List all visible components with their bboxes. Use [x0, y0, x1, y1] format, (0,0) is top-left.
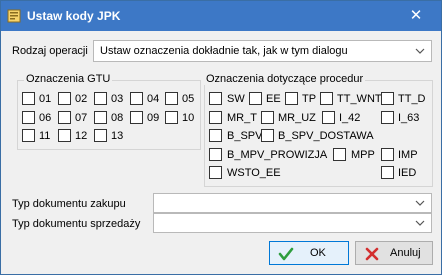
purchase-doc-select[interactable]: [153, 193, 432, 213]
chevron-down-icon: [415, 220, 425, 226]
procedures-legend: Oznaczenia dotyczące procedur: [204, 73, 366, 85]
gtu-checkbox-13[interactable]: [94, 129, 107, 142]
sale-doc-label: Typ dokumentu sprzedaży: [12, 218, 141, 230]
checkmark-icon: [278, 247, 294, 261]
proc-checkbox-mr-t[interactable]: [209, 111, 222, 124]
proc-checkbox-i-42[interactable]: [322, 111, 335, 124]
gtu-label-08: 08: [111, 112, 124, 124]
proc-checkbox-sw[interactable]: [209, 92, 222, 105]
window-title: Ustaw kody JPK: [27, 9, 121, 23]
gtu-label-12: 12: [75, 130, 88, 142]
gtu-label-09: 09: [147, 112, 160, 124]
proc-label-tt-wnt: TT_WNT: [337, 93, 382, 105]
gtu-checkbox-05[interactable]: [165, 92, 178, 105]
proc-label-b-spv-dostawa: B_SPV_DOSTAWA: [278, 130, 374, 142]
gtu-checkbox-08[interactable]: [94, 111, 107, 124]
cancel-button-label: Anuluj: [390, 247, 421, 259]
proc-checkbox-b-mpv-prowizja[interactable]: [209, 148, 222, 161]
gtu-checkbox-09[interactable]: [130, 111, 143, 124]
proc-checkbox-wsto-ee[interactable]: [209, 166, 222, 179]
gtu-checkbox-07[interactable]: [58, 111, 71, 124]
proc-checkbox-tp[interactable]: [285, 92, 298, 105]
proc-label-sw: SW: [227, 93, 245, 105]
dialog-window: Ustaw kody JPK ✕ Rodzaj operacji Ustaw o…: [0, 0, 442, 275]
proc-checkbox-i-63[interactable]: [381, 111, 394, 124]
proc-label-b-mpv-prowizja: B_MPV_PROWIZJA: [227, 149, 328, 161]
proc-checkbox-imp[interactable]: [381, 148, 394, 161]
proc-checkbox-tt-wnt[interactable]: [320, 92, 333, 105]
proc-label-i-42: I_42: [339, 112, 361, 124]
sale-doc-select[interactable]: [153, 213, 432, 233]
operation-value: Ustaw oznaczenia dokładnie tak, jak w ty…: [100, 45, 348, 57]
proc-checkbox-mpp[interactable]: [333, 148, 346, 161]
proc-label-ied: IED: [398, 167, 417, 179]
proc-label-mr-uz: MR_UZ: [278, 112, 316, 124]
title-bar[interactable]: Ustaw kody JPK ✕: [1, 1, 441, 31]
proc-checkbox-tt-d[interactable]: [381, 92, 394, 105]
close-button[interactable]: ✕: [405, 7, 427, 25]
ok-button[interactable]: OK: [269, 241, 349, 265]
gtu-label-10: 10: [182, 112, 195, 124]
gtu-checkbox-03[interactable]: [94, 92, 107, 105]
proc-label-b-spv: B_SPV: [227, 130, 263, 142]
gtu-checkbox-04[interactable]: [130, 92, 143, 105]
gtu-checkbox-06[interactable]: [22, 111, 35, 124]
proc-label-i-63: I_63: [398, 112, 420, 124]
proc-checkbox-b-spv-dostawa[interactable]: [261, 129, 274, 142]
gtu-label-06: 06: [39, 112, 52, 124]
proc-label-mpp: MPP: [351, 149, 375, 161]
proc-checkbox-b-spv[interactable]: [209, 129, 222, 142]
gtu-checkbox-12[interactable]: [58, 129, 71, 142]
gtu-label-01: 01: [39, 93, 52, 105]
proc-label-tt-d: TT_D: [398, 93, 426, 105]
operation-select[interactable]: Ustaw oznaczenia dokładnie tak, jak w ty…: [93, 40, 432, 62]
gtu-label-11: 11: [39, 130, 51, 142]
jpk-app-icon: [7, 9, 21, 23]
gtu-label-04: 04: [147, 93, 160, 105]
proc-label-wsto-ee: WSTO_EE: [227, 167, 281, 179]
gtu-label-02: 02: [75, 93, 88, 105]
gtu-label-13: 13: [111, 130, 124, 142]
proc-label-ee: EE: [266, 93, 281, 105]
operation-label: Rodzaj operacji: [12, 45, 88, 57]
proc-checkbox-ied[interactable]: [381, 166, 394, 179]
gtu-checkbox-10[interactable]: [165, 111, 178, 124]
proc-checkbox-mr-uz[interactable]: [261, 111, 274, 124]
proc-label-imp: IMP: [398, 149, 418, 161]
gtu-legend: Oznaczenia GTU: [24, 73, 113, 85]
ok-button-label: OK: [310, 247, 326, 259]
proc-label-mr-t: MR_T: [227, 112, 257, 124]
gtu-checkbox-11[interactable]: [22, 129, 35, 142]
purchase-doc-label: Typ dokumentu zakupu: [12, 198, 126, 210]
gtu-checkbox-01[interactable]: [22, 92, 35, 105]
gtu-label-05: 05: [182, 93, 195, 105]
chevron-down-icon: [415, 48, 425, 54]
gtu-label-03: 03: [111, 93, 124, 105]
gtu-checkbox-02[interactable]: [58, 92, 71, 105]
gtu-label-07: 07: [75, 112, 88, 124]
proc-checkbox-ee[interactable]: [249, 92, 262, 105]
cross-icon: [365, 247, 379, 261]
cancel-button[interactable]: Anuluj: [355, 241, 433, 265]
proc-label-tp: TP: [302, 93, 317, 105]
chevron-down-icon: [415, 200, 425, 206]
